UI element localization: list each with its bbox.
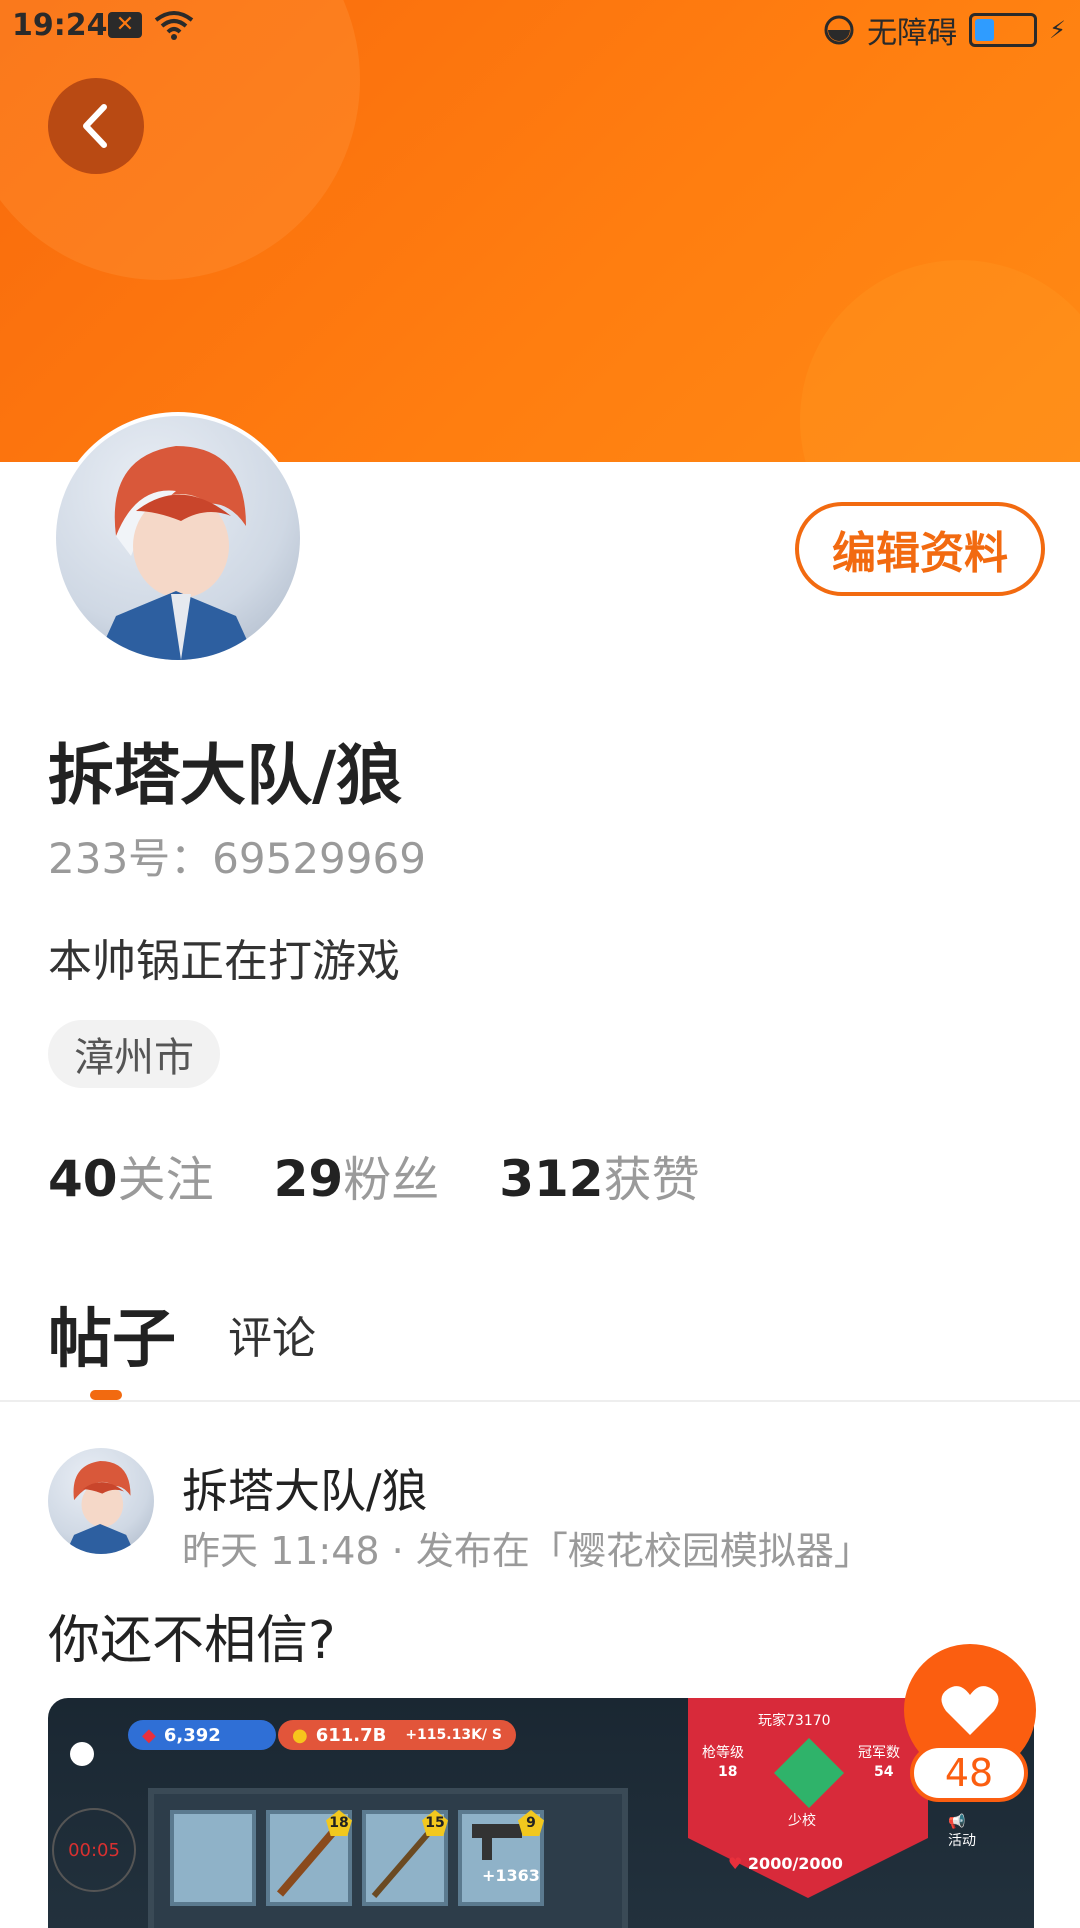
profile-banner (0, 0, 1080, 462)
location-tag: 漳州市 (48, 1020, 220, 1088)
avatar-image (56, 416, 300, 660)
stat-label: 关注 (117, 1152, 214, 1208)
tab-active-indicator (90, 1390, 122, 1400)
profile-stats: 40关注 29粉丝 312获赞 (48, 1140, 700, 1210)
video-progress-dot (70, 1742, 94, 1766)
user-id: 233号：69529969 (48, 834, 426, 883)
tab-posts[interactable]: 帖子 (48, 1288, 176, 1380)
post-author-name[interactable]: 拆塔大队/狼 (182, 1455, 428, 1521)
charging-icon: ⚡ (1049, 16, 1066, 44)
username: 拆塔大队/狼 (48, 737, 403, 814)
gem-counter: ◆ 6,392 (128, 1720, 276, 1750)
heart-icon: ♥ (728, 1854, 743, 1873)
gem-icon: ◆ (142, 1724, 156, 1746)
chevron-left-icon (83, 104, 107, 148)
banner-decoration (800, 260, 1080, 462)
megaphone-icon: 📢 (948, 1814, 966, 1830)
coin-rate: +115.13K/ S (405, 1727, 502, 1743)
rank-label: 少校 (788, 1813, 816, 1829)
stat-number: 312 (499, 1150, 604, 1208)
rank-emblem-icon (774, 1738, 844, 1808)
tab-comments[interactable]: 评论 (228, 1302, 316, 1366)
health-value: 2000/2000 (747, 1854, 843, 1873)
activity-label: 活动 (948, 1833, 976, 1849)
avatar[interactable] (52, 412, 304, 664)
stat-likes[interactable]: 312获赞 (499, 1140, 699, 1210)
post-title[interactable]: 你还不相信? (48, 1598, 336, 1673)
stat-label: 获赞 (603, 1152, 700, 1208)
inventory-slot (170, 1810, 256, 1906)
inventory-panel: 18 15 9 +1363 (148, 1788, 628, 1928)
inventory-slot: 15 (362, 1810, 448, 1906)
status-time: 19:24 (12, 8, 108, 43)
activity-button: 📢 活动 (948, 1814, 976, 1850)
inventory-slot: 18 (266, 1810, 352, 1906)
coin-icon: ● (292, 1724, 308, 1746)
bio: 本帅锅正在打游戏 (48, 936, 400, 987)
divider (0, 1400, 1080, 1402)
post-author-avatar[interactable] (48, 1448, 154, 1554)
stat-number: 40 (48, 1150, 118, 1208)
battery-icon (969, 13, 1038, 47)
location-label: 漳州市 (74, 1035, 194, 1081)
gun-level-label: 枪等级 (702, 1745, 744, 1761)
post-meta: 昨天 11:48 · 发布在「樱花校园模拟器」 (182, 1529, 872, 1573)
video-timer: 00:05 (52, 1808, 136, 1892)
stat-number: 29 (273, 1150, 344, 1208)
accessibility-label: 无障碍 (867, 16, 958, 51)
post-video-thumbnail[interactable]: 00:05 ◆ 6,392 ● 611.7B +115.13K/ S 18 15 … (48, 1698, 1034, 1928)
health-bar: ♥ 2000/2000 (728, 1854, 843, 1873)
gun-level-value: 18 (718, 1764, 738, 1780)
stat-followers[interactable]: 29粉丝 (274, 1140, 440, 1210)
gem-count: 6,392 (163, 1724, 221, 1746)
notification-x-icon: ✕ (108, 12, 142, 38)
accessibility-icon (824, 15, 854, 45)
stat-label: 粉丝 (343, 1152, 440, 1208)
coin-count: 611.7B (315, 1724, 387, 1746)
stat-following[interactable]: 40关注 (48, 1140, 214, 1210)
champion-value: 54 (874, 1764, 894, 1780)
champion-label: 冠军数 (858, 1745, 900, 1761)
back-button[interactable] (48, 78, 144, 174)
slot-bonus: +1363 (482, 1866, 540, 1885)
player-name: 玩家73170 (758, 1713, 831, 1729)
like-count: 48 (910, 1744, 1028, 1802)
inventory-slot: 9 +1363 (458, 1810, 544, 1906)
heart-icon (941, 1686, 999, 1735)
wifi-icon (154, 11, 194, 40)
coin-counter: ● 611.7B +115.13K/ S (278, 1720, 516, 1750)
status-bar: 19:24 ✕ 无障碍 ⚡ (0, 0, 1080, 56)
edit-profile-button[interactable]: 编辑资料 (795, 502, 1045, 596)
